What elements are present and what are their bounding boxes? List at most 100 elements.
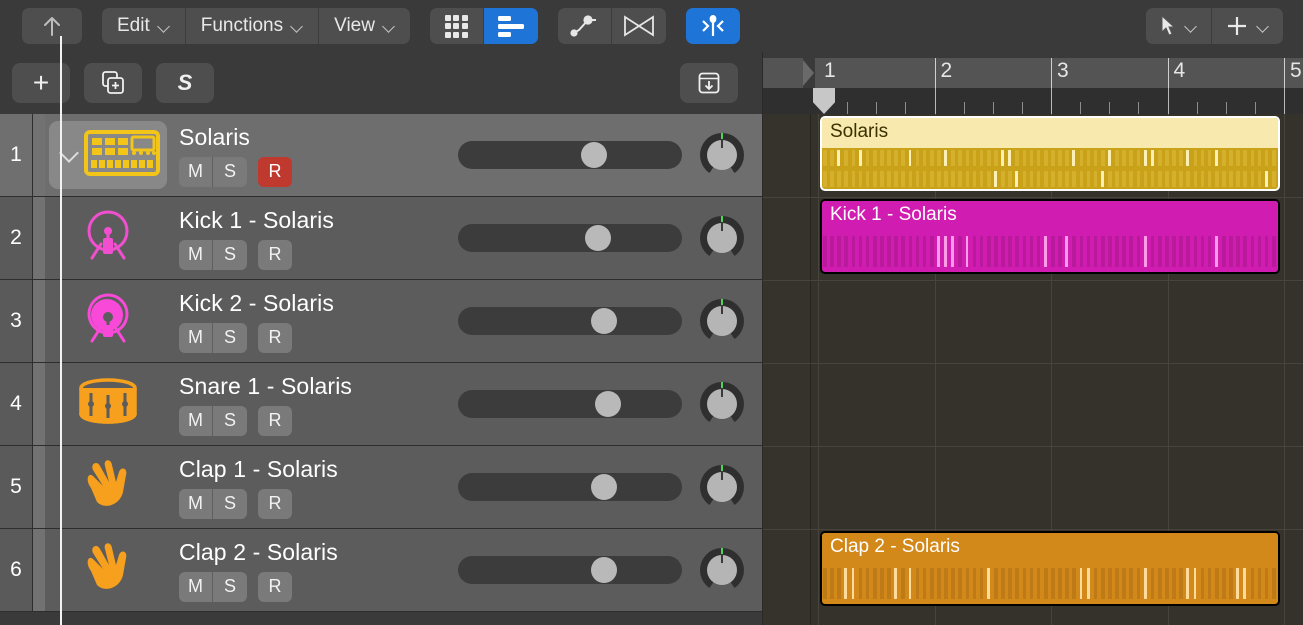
pan-knob[interactable] <box>700 133 744 177</box>
cycle-start-marker[interactable] <box>803 58 815 88</box>
pan-knob[interactable] <box>700 216 744 260</box>
back-arrow-icon[interactable] <box>22 8 82 44</box>
volume-fader[interactable] <box>458 390 682 418</box>
track-group-bar <box>33 363 45 445</box>
volume-fader[interactable] <box>458 141 682 169</box>
region-note <box>1172 568 1176 599</box>
mute-button[interactable]: M <box>179 157 213 187</box>
volume-fader[interactable] <box>458 473 682 501</box>
duplicate-track-button[interactable] <box>84 63 142 103</box>
pan-knob[interactable] <box>700 299 744 343</box>
track-row[interactable]: 4 Snare 1 - Solaris MSR <box>0 363 762 446</box>
track-name[interactable]: Kick 1 - Solaris <box>179 207 458 234</box>
automation-button[interactable] <box>558 8 612 44</box>
volume-fader-thumb[interactable] <box>591 557 617 583</box>
volume-fader[interactable] <box>458 556 682 584</box>
track-name[interactable]: Solaris <box>179 124 458 151</box>
track-icon-chip[interactable] <box>49 370 167 438</box>
midi-region[interactable]: Clap 2 - Solaris <box>820 531 1280 606</box>
mute-button[interactable]: M <box>179 406 213 436</box>
pan-knob[interactable] <box>700 548 744 592</box>
track-row[interactable]: 3 Kick 2 - Solaris MSR <box>0 280 762 363</box>
track-icon[interactable] <box>77 376 139 433</box>
menu-edit[interactable]: Edit <box>102 8 186 44</box>
step-sequencer-button[interactable] <box>686 8 740 44</box>
record-enable-button[interactable]: R <box>258 323 292 353</box>
record-enable-button[interactable]: R <box>258 489 292 519</box>
ruler-beat-strip[interactable] <box>763 88 1303 114</box>
timeline-ruler[interactable]: 12345 <box>763 52 1303 114</box>
volume-fader-thumb[interactable] <box>585 225 611 251</box>
region-header[interactable]: Solaris <box>822 118 1278 148</box>
solo-button[interactable]: S <box>213 157 247 187</box>
grid-view-button[interactable] <box>430 8 484 44</box>
track-icon[interactable] <box>79 458 137 517</box>
track-icon[interactable] <box>79 291 137 352</box>
list-view-button[interactable] <box>484 8 538 44</box>
track-icon[interactable] <box>79 541 137 600</box>
volume-fader[interactable] <box>458 224 682 252</box>
region-note <box>937 171 941 187</box>
record-enable-button[interactable]: R <box>258 240 292 270</box>
region-note <box>951 171 955 187</box>
flex-button[interactable] <box>612 8 666 44</box>
volume-fader-thumb[interactable] <box>581 142 607 168</box>
region-note <box>887 568 891 599</box>
track-icon-chip[interactable] <box>49 121 167 189</box>
menu-view[interactable]: View <box>319 8 410 44</box>
track-icon-chip[interactable] <box>49 287 167 355</box>
track-icon-chip[interactable] <box>49 204 167 272</box>
track-icon-chip[interactable] <box>49 536 167 604</box>
track-number[interactable]: 6 <box>0 529 33 611</box>
pan-knob[interactable] <box>700 465 744 509</box>
arrange-area[interactable]: Solaris Kick 1 - Solaris Clap 2 - Solaris <box>763 114 1303 625</box>
track-number[interactable]: 3 <box>0 280 33 362</box>
track-icon[interactable] <box>79 208 137 269</box>
track-number[interactable]: 4 <box>0 363 33 445</box>
track-row[interactable]: 5 Clap 1 - Solaris MSR <box>0 446 762 529</box>
record-enable-button[interactable]: R <box>258 572 292 602</box>
region-note <box>1051 568 1055 599</box>
mute-button[interactable]: M <box>179 323 213 353</box>
record-enable-button[interactable]: R <box>258 157 292 187</box>
mute-button[interactable]: M <box>179 572 213 602</box>
solo-button[interactable]: S <box>213 323 247 353</box>
track-row[interactable]: 6 Clap 2 - Solaris MSR <box>0 529 762 612</box>
track-row[interactable]: 1 Solaris MSR <box>0 114 762 197</box>
region-header[interactable]: Clap 2 - Solaris <box>822 533 1278 563</box>
track-name[interactable]: Clap 1 - Solaris <box>179 456 458 483</box>
volume-fader-thumb[interactable] <box>591 308 617 334</box>
region-note <box>1122 236 1126 267</box>
region-note <box>951 236 954 267</box>
track-icon-chip[interactable] <box>49 453 167 521</box>
mute-button[interactable]: M <box>179 240 213 270</box>
marquee-tool-button[interactable] <box>1212 8 1283 44</box>
track-name[interactable]: Snare 1 - Solaris <box>179 373 458 400</box>
solo-button[interactable]: S <box>156 63 214 103</box>
track-number[interactable]: 5 <box>0 446 33 528</box>
track-number[interactable]: 2 <box>0 197 33 279</box>
track-name[interactable]: Clap 2 - Solaris <box>179 539 458 566</box>
import-button[interactable] <box>680 63 738 103</box>
solo-button[interactable]: S <box>213 572 247 602</box>
region-note <box>987 568 990 599</box>
region-header[interactable]: Kick 1 - Solaris <box>822 201 1278 231</box>
record-enable-button[interactable]: R <box>258 406 292 436</box>
volume-fader-thumb[interactable] <box>591 474 617 500</box>
volume-fader-thumb[interactable] <box>595 391 621 417</box>
pan-knob[interactable] <box>700 382 744 426</box>
solo-button[interactable]: S <box>213 489 247 519</box>
track-name[interactable]: Kick 2 - Solaris <box>179 290 458 317</box>
midi-region[interactable]: Kick 1 - Solaris <box>820 199 1280 274</box>
track-number[interactable]: 1 <box>0 114 33 196</box>
track-icon[interactable] <box>84 130 160 181</box>
track-row[interactable]: 2 Kick 1 - Solaris MSR <box>0 197 762 280</box>
mute-button[interactable]: M <box>179 489 213 519</box>
ruler-bar-strip[interactable] <box>763 58 1303 88</box>
midi-region[interactable]: Solaris <box>820 116 1280 191</box>
volume-fader[interactable] <box>458 307 682 335</box>
pointer-tool-button[interactable] <box>1146 8 1212 44</box>
menu-functions[interactable]: Functions <box>186 8 319 44</box>
solo-button[interactable]: S <box>213 240 247 270</box>
solo-button[interactable]: S <box>213 406 247 436</box>
